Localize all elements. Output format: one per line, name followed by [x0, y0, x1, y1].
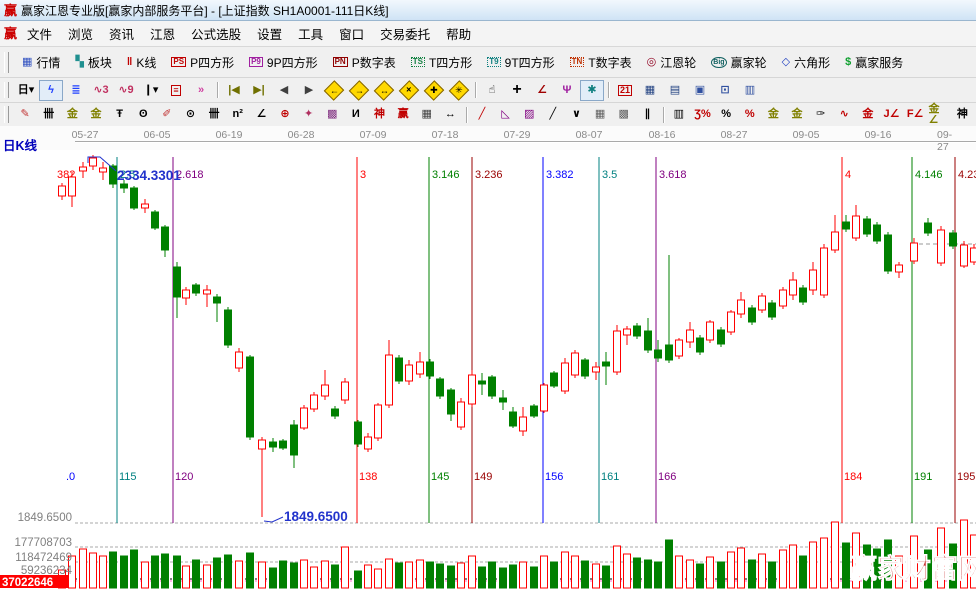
svg-text:138: 138: [359, 471, 377, 483]
annotation-high-label: 2334.3301: [117, 168, 181, 183]
annotation-low-label: 1849.6500: [284, 509, 348, 524]
highlighted-volume-label: 37022646: [0, 575, 68, 589]
stray-label: .0: [66, 471, 75, 483]
site-watermark: 赢家财富网: [850, 553, 976, 584]
gann-vertical-lines: 2.51152.61812031383.1461453.2361493.3821…: [57, 157, 976, 523]
svg-text:120: 120: [175, 471, 193, 483]
svg-text:195: 195: [957, 471, 975, 483]
svg-text:149: 149: [474, 471, 492, 483]
svg-text:3.5: 3.5: [602, 169, 617, 181]
app-window: { "window": {"logo": "赢", "title": "赢家江恩…: [0, 0, 976, 590]
price-annotations: 2334.3301 1849.6500: [88, 157, 348, 524]
svg-text:161: 161: [601, 471, 619, 483]
svg-text:4.23: 4.23: [958, 169, 976, 181]
svg-text:118472469: 118472469: [15, 552, 72, 564]
svg-text:3.382: 3.382: [546, 169, 574, 181]
candlesticks: [59, 155, 976, 517]
annotation-low-line: [264, 517, 283, 522]
svg-text:191: 191: [914, 471, 932, 483]
svg-text:166: 166: [658, 471, 676, 483]
svg-text:4.146: 4.146: [915, 169, 943, 181]
kline-chart-canvas[interactable]: 2.51152.61812031383.1461453.2361493.3821…: [0, 0, 976, 590]
svg-text:37022646: 37022646: [2, 577, 53, 589]
svg-text:184: 184: [844, 471, 862, 483]
svg-text:3.146: 3.146: [432, 169, 460, 181]
svg-text:145: 145: [431, 471, 449, 483]
left-scale-labels: 1849.650017770870311847246959236234: [14, 512, 72, 577]
svg-text:115: 115: [119, 471, 137, 483]
svg-text:4: 4: [845, 169, 851, 181]
scale-hlines: [0, 244, 976, 581]
svg-text:177708703: 177708703: [14, 537, 72, 549]
svg-text:3.618: 3.618: [659, 169, 687, 181]
svg-text:156: 156: [545, 471, 563, 483]
svg-text:3.236: 3.236: [475, 169, 503, 181]
svg-text:1849.6500: 1849.6500: [18, 512, 72, 524]
volume-bars: [59, 520, 976, 588]
svg-text:3: 3: [360, 169, 366, 181]
